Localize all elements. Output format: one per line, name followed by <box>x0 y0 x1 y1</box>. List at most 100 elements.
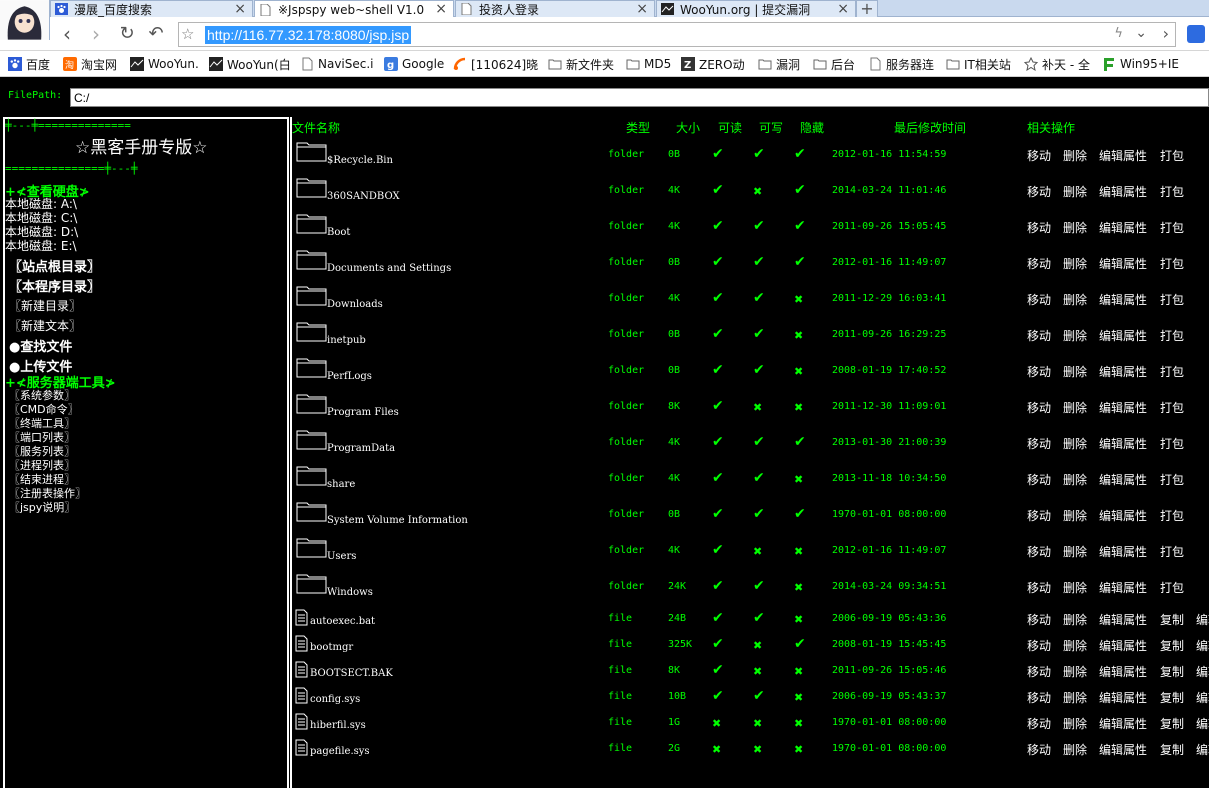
edit-attributes-link[interactable]: 编辑属性 <box>1099 183 1147 200</box>
folder-icon[interactable] <box>296 500 327 522</box>
move-link[interactable]: 移动 <box>1027 471 1051 488</box>
delete-link[interactable]: 删除 <box>1063 291 1087 308</box>
file-name-link[interactable]: BOOTSECT.BAK <box>310 668 393 679</box>
go-icon[interactable]: › <box>1163 24 1169 43</box>
delete-link[interactable]: 删除 <box>1063 611 1087 628</box>
folder-icon[interactable] <box>296 356 327 378</box>
tool-cmd-link[interactable]: 〖CMD命令〗 <box>9 403 79 417</box>
edit-attributes-link[interactable]: 编辑属性 <box>1099 611 1147 628</box>
folder-icon[interactable] <box>296 536 327 558</box>
move-link[interactable]: 移动 <box>1027 399 1051 416</box>
pack-link[interactable]: 打包 <box>1160 147 1184 164</box>
folder-icon[interactable] <box>296 572 327 594</box>
pack-link[interactable]: 打包 <box>1160 507 1184 524</box>
edit-attributes-link[interactable]: 编辑属性 <box>1099 471 1147 488</box>
program-dir-link[interactable]: 〖本程序目录〗 <box>9 276 100 295</box>
copy-link[interactable]: 复制 <box>1160 637 1184 654</box>
tool-registry-link[interactable]: 〖注册表操作〗 <box>9 487 86 501</box>
tab-close-icon[interactable]: × <box>435 1 447 17</box>
pack-link[interactable]: 打包 <box>1160 183 1184 200</box>
url-text[interactable]: http://116.77.32.178:8080/jsp.jsp <box>205 26 412 44</box>
delete-link[interactable]: 删除 <box>1063 663 1087 680</box>
new-tab-button[interactable]: + <box>856 0 878 17</box>
file-icon[interactable] <box>295 635 308 652</box>
delete-link[interactable]: 删除 <box>1063 579 1087 596</box>
copy-link[interactable]: 复制 <box>1160 741 1184 758</box>
folder-name-link[interactable]: Downloads <box>327 299 383 310</box>
edit-attributes-link[interactable]: 编辑属性 <box>1099 147 1147 164</box>
move-link[interactable]: 移动 <box>1027 219 1051 236</box>
copy-link[interactable]: 复制 <box>1160 611 1184 628</box>
undo-close-icon[interactable]: ↶ <box>145 23 167 45</box>
folder-icon[interactable] <box>296 140 327 162</box>
tab-close-icon[interactable]: × <box>636 1 648 17</box>
move-link[interactable]: 移动 <box>1027 637 1051 654</box>
file-icon[interactable] <box>295 609 308 626</box>
bookmark-butian[interactable]: 补天 - 全 <box>1024 55 1090 73</box>
pack-link[interactable]: 打包 <box>1160 363 1184 380</box>
copy-link[interactable]: 复制 <box>1160 689 1184 706</box>
delete-link[interactable]: 删除 <box>1063 715 1087 732</box>
folder-icon[interactable] <box>296 176 327 198</box>
file-name-link[interactable]: pagefile.sys <box>310 746 370 757</box>
bookmark-new-folder[interactable]: 新文件夹 <box>548 55 614 73</box>
folder-icon[interactable] <box>296 248 327 270</box>
tool-terminal-link[interactable]: 〖终端工具〗 <box>9 417 75 431</box>
bookmark-wooyun-2[interactable]: WooYun(白 <box>209 55 291 73</box>
bookmark-star-icon[interactable]: ☆ <box>181 25 194 43</box>
bookmark-navisec[interactable]: NaviSec.i <box>300 55 374 73</box>
bookmark-it[interactable]: IT相关站 <box>946 55 1011 73</box>
tool-processes-link[interactable]: 〖进程列表〗 <box>9 459 75 473</box>
delete-link[interactable]: 删除 <box>1063 689 1087 706</box>
file-name-link[interactable]: autoexec.bat <box>310 616 375 627</box>
tab-baidu[interactable]: 漫展_百度搜索 × <box>50 0 253 17</box>
edit-link[interactable]: 编辑 <box>1196 663 1209 680</box>
edit-attributes-link[interactable]: 编辑属性 <box>1099 255 1147 272</box>
tool-services-link[interactable]: 〖服务列表〗 <box>9 445 75 459</box>
folder-icon[interactable] <box>296 392 327 414</box>
bookmark-baidu[interactable]: 百度 <box>8 55 50 73</box>
file-name-link[interactable]: config.sys <box>310 694 360 705</box>
folder-icon[interactable] <box>296 464 327 486</box>
folder-icon[interactable] <box>296 284 327 306</box>
delete-link[interactable]: 删除 <box>1063 255 1087 272</box>
delete-link[interactable]: 删除 <box>1063 363 1087 380</box>
folder-name-link[interactable]: 360SANDBOX <box>327 191 400 202</box>
disk-e-link[interactable]: 本地磁盘: E:\ <box>5 239 77 253</box>
move-link[interactable]: 移动 <box>1027 363 1051 380</box>
delete-link[interactable]: 删除 <box>1063 327 1087 344</box>
move-link[interactable]: 移动 <box>1027 715 1051 732</box>
folder-name-link[interactable]: Program Files <box>327 407 399 418</box>
reload-icon[interactable]: ↻ <box>116 23 138 45</box>
copy-link[interactable]: 复制 <box>1160 715 1184 732</box>
edit-attributes-link[interactable]: 编辑属性 <box>1099 741 1147 758</box>
pack-link[interactable]: 打包 <box>1160 219 1184 236</box>
folder-name-link[interactable]: $Recycle.Bin <box>327 155 393 166</box>
copy-link[interactable]: 复制 <box>1160 663 1184 680</box>
folder-name-link[interactable]: inetpub <box>327 335 366 346</box>
folder-icon[interactable] <box>296 320 327 342</box>
tool-help-link[interactable]: 〖jspy说明〗 <box>9 501 75 515</box>
delete-link[interactable]: 删除 <box>1063 147 1087 164</box>
folder-name-link[interactable]: share <box>327 479 355 490</box>
edit-attributes-link[interactable]: 编辑属性 <box>1099 689 1147 706</box>
file-icon[interactable] <box>295 739 308 756</box>
move-link[interactable]: 移动 <box>1027 741 1051 758</box>
edit-attributes-link[interactable]: 编辑属性 <box>1099 327 1147 344</box>
edit-attributes-link[interactable]: 编辑属性 <box>1099 579 1147 596</box>
move-link[interactable]: 移动 <box>1027 327 1051 344</box>
tab-close-icon[interactable]: × <box>234 1 246 17</box>
delete-link[interactable]: 删除 <box>1063 543 1087 560</box>
folder-name-link[interactable]: ProgramData <box>327 443 395 454</box>
speed-mode-icon[interactable]: ϟ <box>1114 26 1123 41</box>
folder-name-link[interactable]: Boot <box>327 227 350 238</box>
tool-ports-link[interactable]: 〖端口列表〗 <box>9 431 75 445</box>
bookmark-110624[interactable]: [110624]晓 <box>453 55 538 73</box>
move-link[interactable]: 移动 <box>1027 579 1051 596</box>
bookmark-md5[interactable]: MD5 <box>626 55 671 73</box>
edit-attributes-link[interactable]: 编辑属性 <box>1099 399 1147 416</box>
tab-close-icon[interactable]: × <box>837 1 849 17</box>
disk-a-link[interactable]: 本地磁盘: A:\ <box>5 197 77 211</box>
folder-name-link[interactable]: Documents and Settings <box>327 263 451 274</box>
edit-attributes-link[interactable]: 编辑属性 <box>1099 637 1147 654</box>
